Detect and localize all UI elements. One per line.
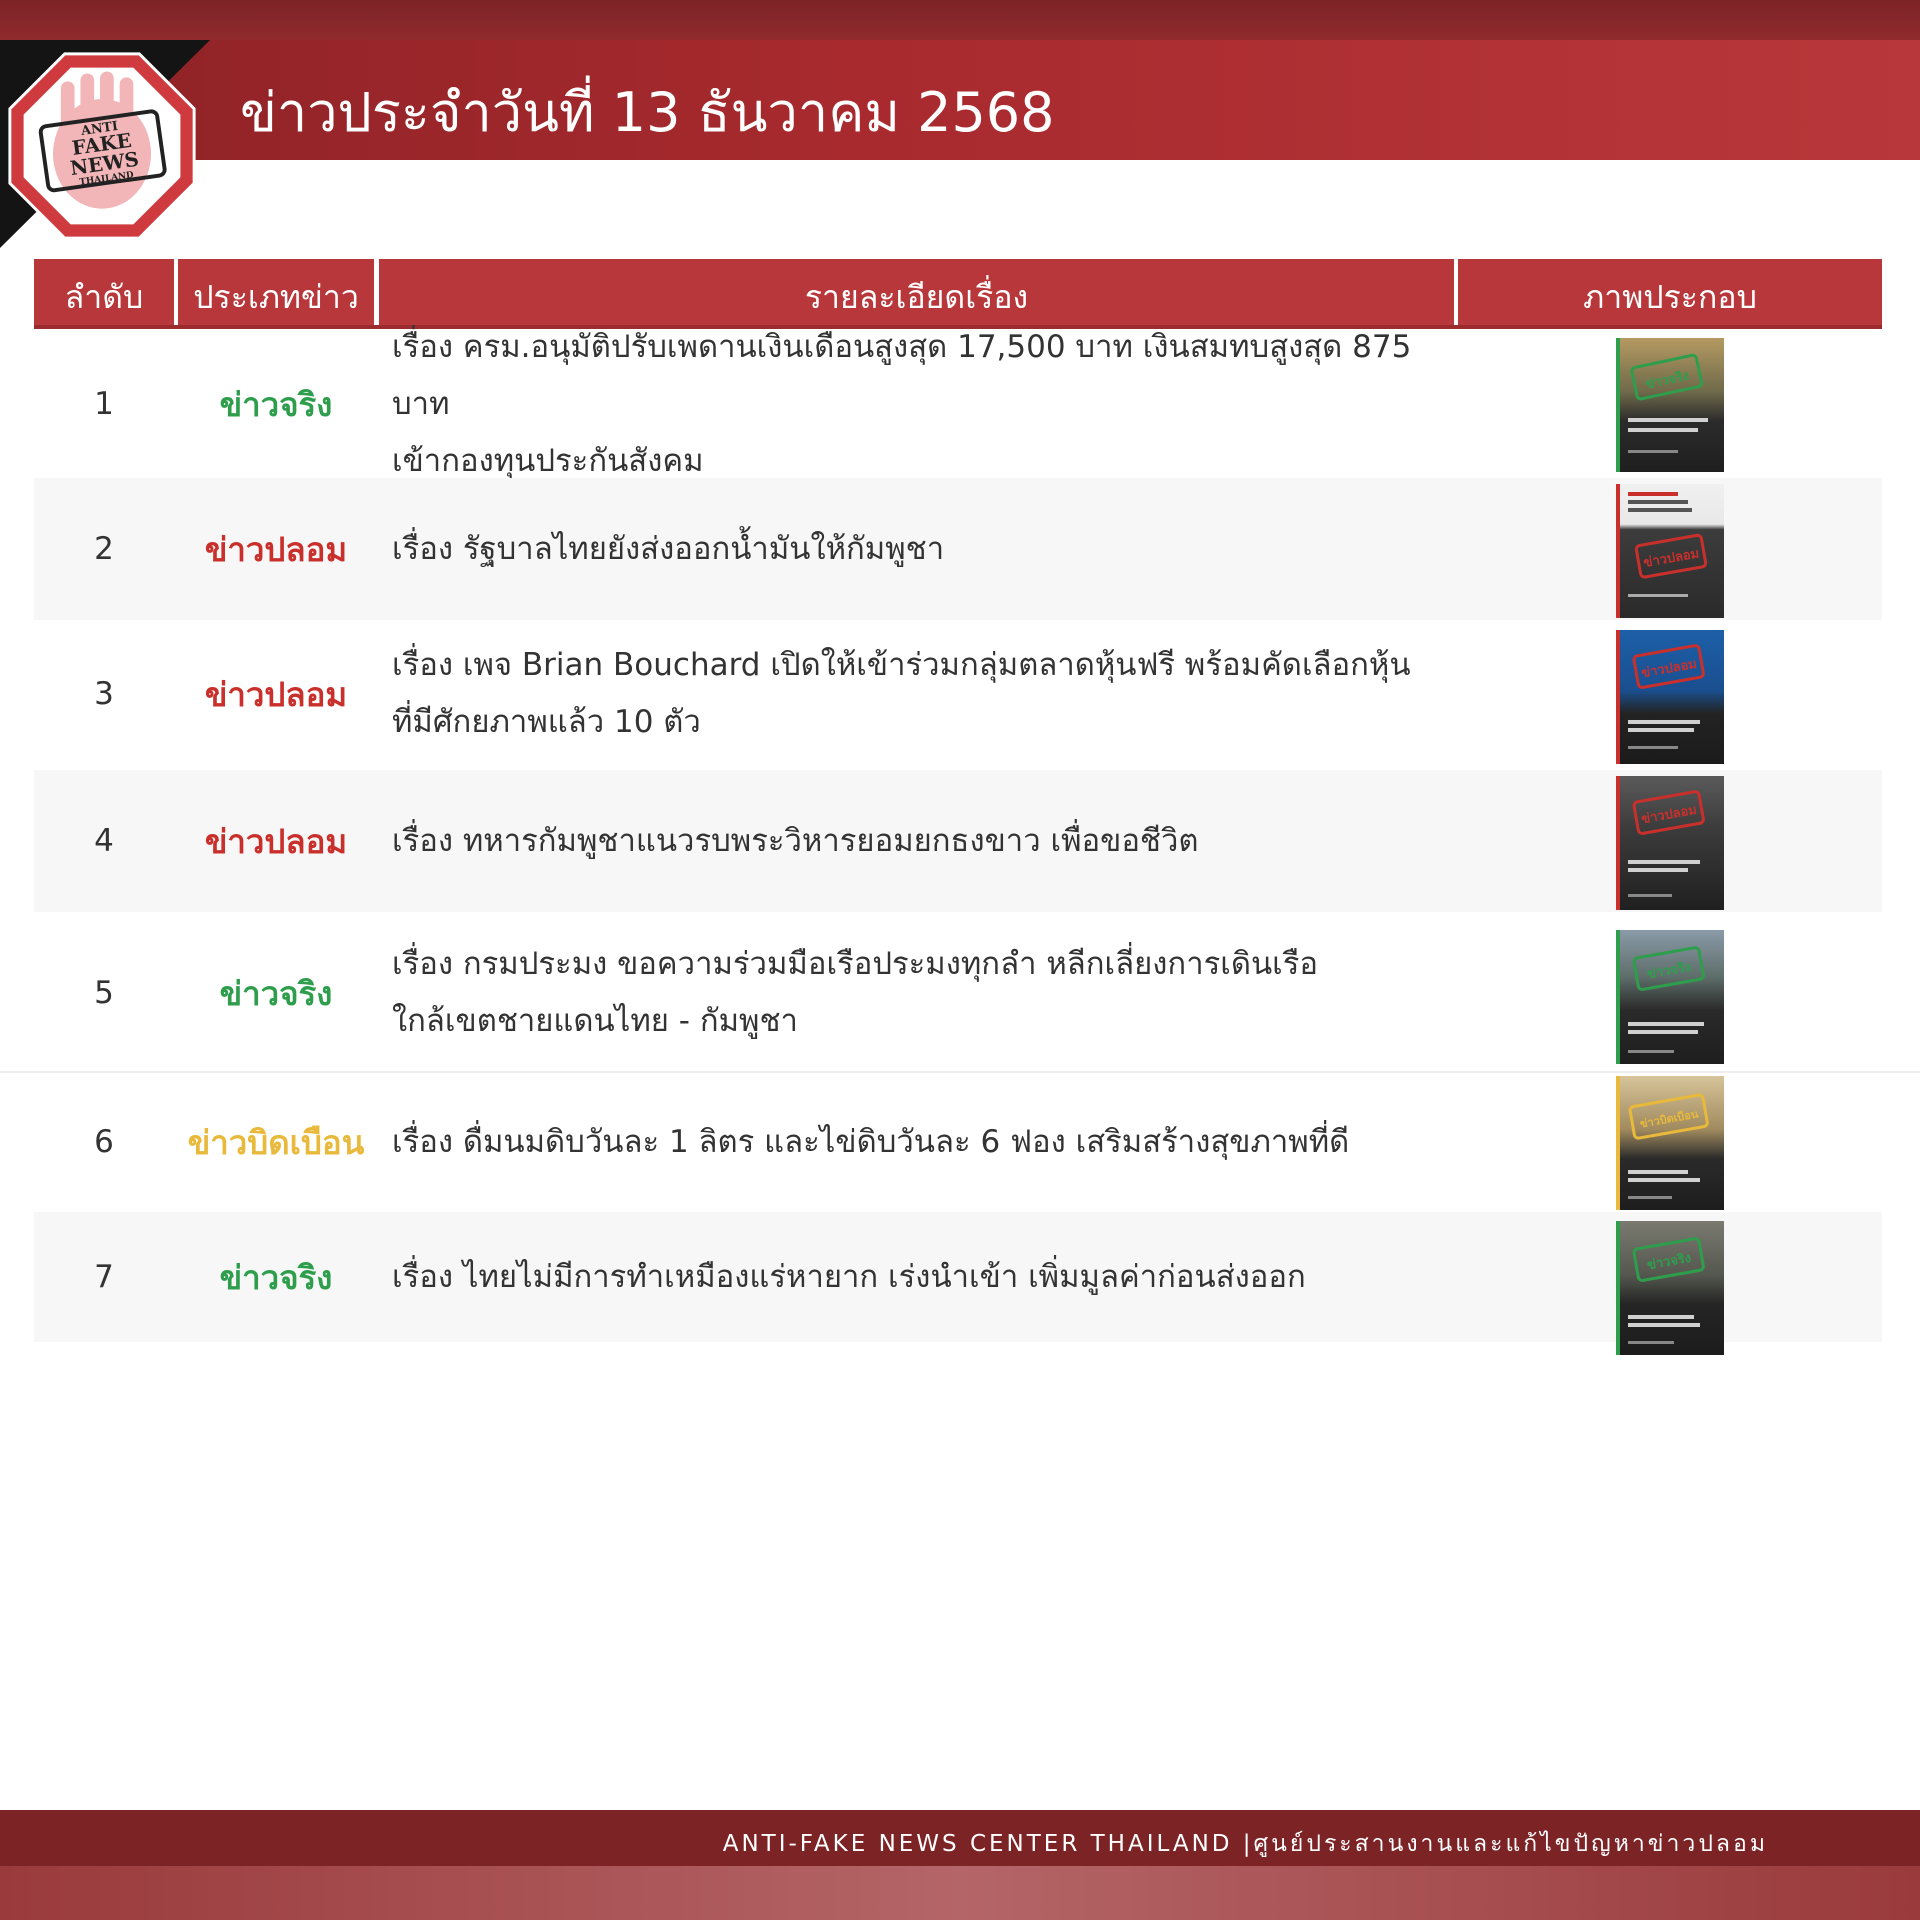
row-divider xyxy=(0,1071,1920,1073)
news-description: เรื่อง ดื่มนมดิบวันละ 1 ลิตร และไข่ดิบวั… xyxy=(392,1075,1472,1209)
thumb-stamp-text: ข่าวจริง xyxy=(1646,1251,1692,1273)
table-row: 4 ข่าวปลอม เรื่อง ทหารกัมพูชาแนวรบพระวิห… xyxy=(34,770,1882,912)
thumb-stamp-text: ข่าวปลอม xyxy=(1640,657,1698,682)
news-type-label: ข่าวปลอม xyxy=(204,674,348,714)
table-row: 6 ข่าวบิดเบือน เรื่อง ดื่มนมดิบวันละ 1 ล… xyxy=(34,1075,1882,1209)
page-title: ข่าวประจำวันที่ 13 ธันวาคม 2568 xyxy=(240,81,1055,144)
description-line: เรื่อง ทหารกัมพูชาแนวรบพระวิหารยอมยกธงขา… xyxy=(392,822,1199,859)
news-thumbnail[interactable]: ข่าวจริง xyxy=(1616,1221,1724,1355)
thumb-stamp-text: ข่าวบิดเบือน xyxy=(1639,1107,1700,1130)
description-line: เรื่อง เพจ Brian Bouchard เปิดให้เข้าร่ว… xyxy=(392,647,1411,683)
news-type-label: ข่าวปลอม xyxy=(204,529,348,569)
news-description: เรื่อง ทหารกัมพูชาแนวรบพระวิหารยอมยกธงขา… xyxy=(392,770,1472,912)
news-description: เรื่อง ครม.อนุมัติปรับเพดานเงินเดือนสูงส… xyxy=(392,329,1472,479)
news-description: เรื่อง ไทยไม่มีการทำเหมืองแร่หายาก เร่งน… xyxy=(392,1212,1472,1342)
row-number: 3 xyxy=(94,676,114,712)
news-type-label: ข่าวจริง xyxy=(219,384,333,424)
news-description: เรื่อง เพจ Brian Bouchard เปิดให้เข้าร่ว… xyxy=(392,623,1472,765)
news-description: เรื่อง กรมประมง ขอความร่วมมือเรือประมงทุ… xyxy=(392,917,1472,1069)
description-line: เรื่อง กรมประมง ขอความร่วมมือเรือประมงทุ… xyxy=(392,946,1319,982)
thumb-stamp-text: ข่าวปลอม xyxy=(1643,546,1701,571)
row-number: 7 xyxy=(94,1259,114,1295)
thumb-stamp-text: ข่าวจริง xyxy=(1646,960,1692,982)
description-line: เรื่อง ครม.อนุมัติปรับเพดานเงินเดือนสูงส… xyxy=(392,328,1412,422)
table-row: 2 ข่าวปลอม เรื่อง รัฐบาลไทยยังส่งออกน้ำม… xyxy=(34,478,1882,620)
column-header-type: ประเภทข่าว xyxy=(178,259,374,327)
table-row: 1 ข่าวจริง เรื่อง ครม.อนุมัติปรับเพดานเง… xyxy=(34,329,1882,479)
description-line: เรื่อง รัฐบาลไทยยังส่งออกน้ำมันให้กัมพูช… xyxy=(392,530,945,567)
column-header-number: ลำดับ xyxy=(34,259,174,327)
table-row: 3 ข่าวปลอม เรื่อง เพจ Brian Bouchard เปิ… xyxy=(34,623,1882,765)
column-header-image: ภาพประกอบ xyxy=(1458,259,1882,327)
news-thumbnail[interactable]: ข่าวปลอม xyxy=(1616,630,1724,764)
row-number: 6 xyxy=(94,1124,114,1160)
table-row: 7 ข่าวจริง เรื่อง ไทยไม่มีการทำเหมืองแร่… xyxy=(34,1212,1882,1342)
row-number: 4 xyxy=(94,823,114,859)
news-type-label: ข่าวปลอม xyxy=(204,821,348,861)
news-type-label: ข่าวจริง xyxy=(219,1257,333,1297)
news-thumbnail[interactable]: ข่าวบิดเบือน xyxy=(1616,1076,1724,1210)
table-row: 5 ข่าวจริง เรื่อง กรมประมง ขอความร่วมมือ… xyxy=(34,917,1882,1069)
anti-fake-news-logo: ANTI FAKE NEWS THAILAND xyxy=(8,52,196,240)
news-type-label: ข่าวจริง xyxy=(219,973,333,1013)
footer-text: ANTI-FAKE NEWS CENTER THAILAND |ศูนย์ประ… xyxy=(722,1831,1768,1857)
news-thumbnail[interactable]: ข่าวจริง xyxy=(1616,930,1724,1064)
footer-bottom-strip xyxy=(0,1866,1920,1920)
news-type-label: ข่าวบิดเบือน xyxy=(187,1122,365,1162)
description-line: เรื่อง ดื่มนมดิบวันละ 1 ลิตร และไข่ดิบวั… xyxy=(392,1123,1350,1160)
news-thumbnail[interactable]: ข่าวจริง xyxy=(1616,338,1724,472)
description-line: ที่มีศักยภาพแล้ว 10 ตัว xyxy=(392,704,701,740)
description-line: ใกล้เขตชายแดนไทย - กัมพูชา xyxy=(392,1003,798,1039)
row-number: 1 xyxy=(94,386,114,422)
description-line: เรื่อง ไทยไม่มีการทำเหมืองแร่หายาก เร่งน… xyxy=(392,1258,1306,1295)
row-number: 5 xyxy=(94,975,114,1011)
column-header-details: รายละเอียดเรื่อง xyxy=(379,259,1454,327)
row-number: 2 xyxy=(94,531,114,567)
top-strip xyxy=(0,0,1920,40)
news-description: เรื่อง รัฐบาลไทยยังส่งออกน้ำมันให้กัมพูช… xyxy=(392,478,1472,620)
news-thumbnail[interactable]: ข่าวปลอม xyxy=(1616,776,1724,910)
thumb-stamp-text: ข่าวปลอม xyxy=(1640,803,1698,828)
news-thumbnail[interactable]: ข่าวปลอม xyxy=(1616,484,1724,618)
